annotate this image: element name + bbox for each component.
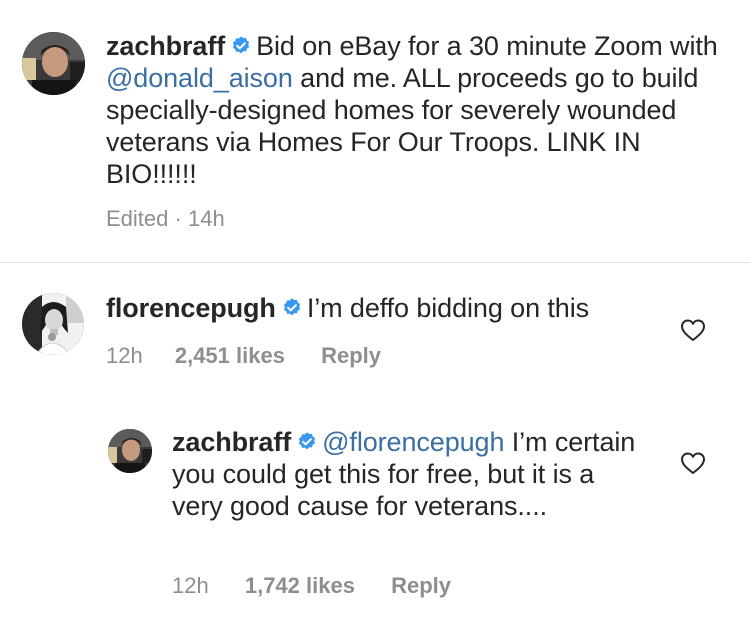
- comment-time: 12h: [106, 343, 143, 368]
- caption-text: zachbraff Bid on eBay for a 30 minute Zoo…: [106, 30, 731, 190]
- comment-body: I’m deffo bidding on this: [306, 293, 589, 323]
- zachbraff-reply-avatar[interactable]: [108, 429, 152, 473]
- comment-likes-link[interactable]: 2,451 likes: [175, 343, 285, 369]
- comment-reply-button[interactable]: Reply: [321, 343, 381, 369]
- reply-meta: 12h 1,742 likes Reply: [172, 573, 451, 599]
- reply-reply-button[interactable]: Reply: [391, 573, 451, 599]
- reply-username[interactable]: zachbraff: [172, 427, 291, 457]
- heart-outline-icon[interactable]: [680, 451, 706, 475]
- verified-badge-icon: [233, 36, 250, 54]
- reply-likes-link[interactable]: 1,742 likes: [245, 573, 355, 599]
- reply-time: 12h: [172, 573, 209, 598]
- heart-outline-icon[interactable]: [680, 318, 706, 342]
- meta-separator: ·: [174, 206, 182, 231]
- caption-meta: Edited · 14h: [106, 206, 225, 232]
- caption-time: 14h: [187, 206, 225, 231]
- caption-mention-link[interactable]: @donald_aison: [106, 63, 293, 93]
- verified-badge-icon: [299, 432, 316, 450]
- zachbraff-avatar[interactable]: [22, 32, 85, 95]
- post-caption: zachbraff Bid on eBay for a 30 minute Zoo…: [0, 0, 750, 262]
- comment-text: florencepugh I’m deffo bidding on this: [106, 292, 666, 324]
- edited-label: Edited: [106, 206, 169, 231]
- reply-mention-link[interactable]: @florencepugh: [322, 427, 504, 457]
- divider: [0, 262, 750, 263]
- comment-username[interactable]: florencepugh: [106, 293, 276, 323]
- caption-body-start: Bid on eBay for a 30 minute Zoom with: [256, 31, 718, 61]
- florencepugh-avatar[interactable]: [22, 293, 84, 355]
- verified-badge-icon: [283, 298, 300, 316]
- comment-meta: 12h 2,451 likes Reply: [106, 343, 381, 369]
- caption-username[interactable]: zachbraff: [106, 31, 225, 61]
- reply-text: zachbraff @florencepugh I’m certain you c…: [172, 426, 642, 522]
